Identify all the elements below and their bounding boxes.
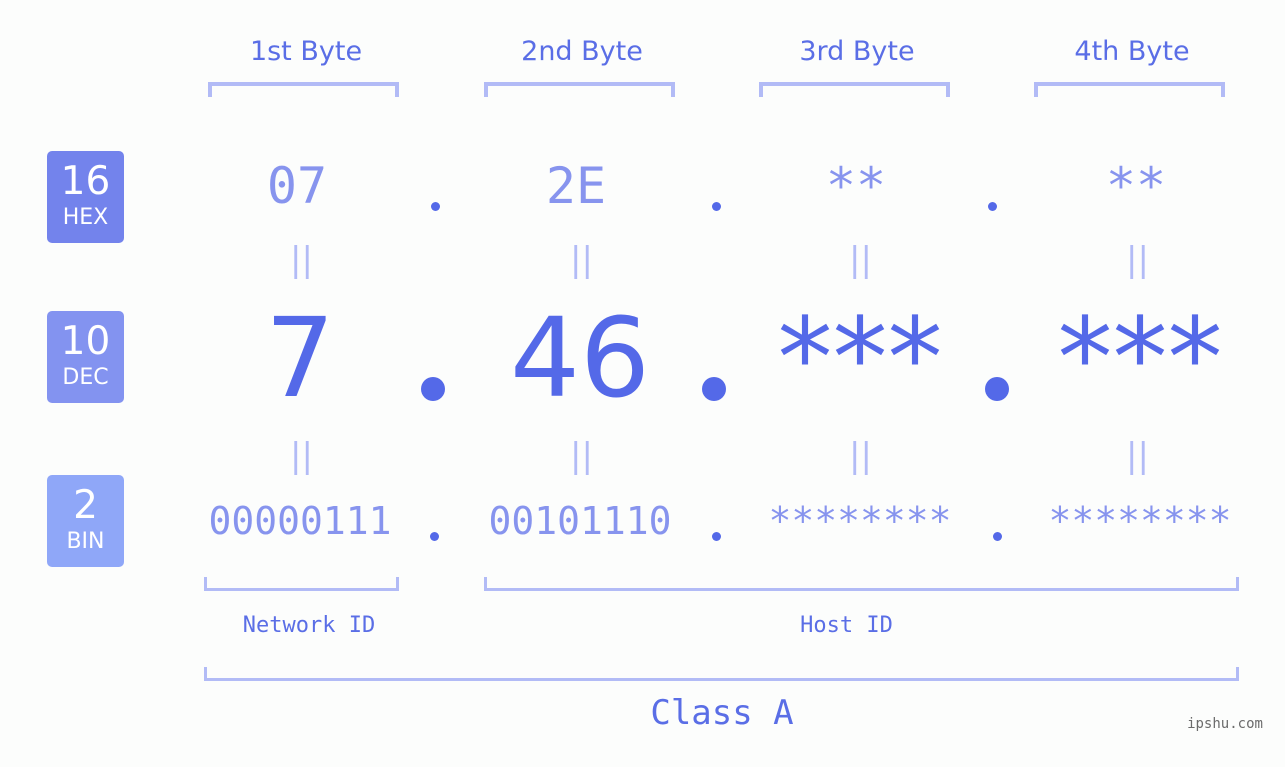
dec-byte-2: 46 <box>510 294 650 422</box>
host-id-label: Host ID <box>800 613 893 638</box>
equals-sign: || <box>290 240 313 280</box>
hex-badge: 16 HEX <box>47 151 124 243</box>
equals-sign: || <box>1126 436 1149 476</box>
bin-byte-3: ******** <box>768 499 952 543</box>
bin-separator-dot-3 <box>993 532 1002 541</box>
byte-bracket-3 <box>759 82 950 97</box>
dec-badge-number: 10 <box>60 319 111 364</box>
equals-sign: || <box>570 436 593 476</box>
hex-byte-3: ** <box>825 157 887 215</box>
bin-badge: 2 BIN <box>47 475 124 567</box>
equals-sign: || <box>849 436 872 476</box>
hex-badge-number: 16 <box>60 159 111 204</box>
byte-header-1: 1st Byte <box>249 36 363 67</box>
dec-badge: 10 DEC <box>47 311 124 403</box>
byte-bracket-2 <box>484 82 675 97</box>
hex-separator-dot-3 <box>988 202 997 211</box>
hex-badge-label: HEX <box>62 205 109 230</box>
equals-sign: || <box>849 240 872 280</box>
byte-bracket-1 <box>208 82 399 97</box>
dec-separator-dot-3 <box>985 377 1009 401</box>
bin-byte-1: 00000111 <box>208 499 392 543</box>
hex-byte-2: 2E <box>545 157 607 215</box>
equals-sign: || <box>290 436 313 476</box>
network-id-label: Network ID <box>242 613 376 638</box>
equals-sign: || <box>1126 240 1149 280</box>
dec-separator-dot-1 <box>421 377 445 401</box>
bin-byte-2: 00101110 <box>488 499 672 543</box>
equals-sign: || <box>570 240 593 280</box>
bin-badge-label: BIN <box>66 529 105 554</box>
hex-separator-dot-2 <box>712 202 721 211</box>
bin-byte-4: ******** <box>1048 499 1232 543</box>
host-id-bracket <box>484 577 1239 591</box>
byte-header-3: 3rd Byte <box>799 36 915 67</box>
bin-badge-number: 2 <box>73 483 98 528</box>
class-label: Class A <box>650 693 794 733</box>
dec-byte-1: 7 <box>265 294 335 422</box>
dec-byte-3: *** <box>777 294 943 422</box>
bin-separator-dot-1 <box>430 532 439 541</box>
hex-separator-dot-1 <box>431 202 440 211</box>
hex-byte-4: ** <box>1105 157 1167 215</box>
bin-separator-dot-2 <box>712 532 721 541</box>
byte-header-2: 2nd Byte <box>521 36 643 67</box>
dec-byte-4: *** <box>1057 294 1223 422</box>
byte-header-4: 4th Byte <box>1074 36 1190 67</box>
hex-byte-1: 07 <box>266 157 328 215</box>
dec-separator-dot-2 <box>702 377 726 401</box>
network-id-bracket <box>204 577 399 591</box>
byte-bracket-4 <box>1034 82 1225 97</box>
class-bracket <box>204 667 1239 681</box>
watermark: ipshu.com <box>1187 716 1263 732</box>
dec-badge-label: DEC <box>62 365 109 390</box>
